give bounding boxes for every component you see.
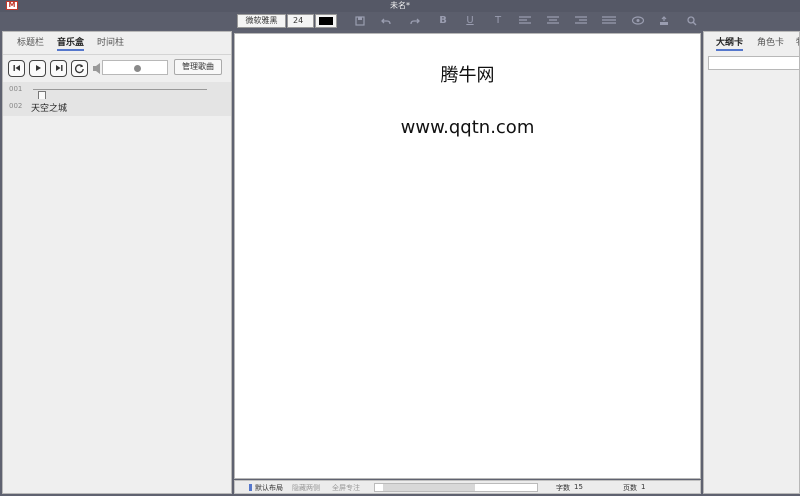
align-right-icon[interactable]: [573, 14, 589, 28]
repeat-icon: [74, 64, 84, 74]
document-content[interactable]: 腾牛网 www.qqtn.com: [235, 34, 700, 138]
justify-icon[interactable]: [601, 14, 617, 28]
manage-songs-button[interactable]: 管理歌曲: [174, 59, 222, 75]
repeat-button[interactable]: [71, 60, 88, 77]
left-panel: 标题栏 音乐盒 时间柱 管理歌曲 001 002 天空之城: [2, 31, 232, 494]
page-count-value: 1: [641, 483, 646, 491]
align-left-icon[interactable]: [517, 14, 533, 28]
song-number: 001: [9, 85, 23, 93]
toolbar: 微软雅黑 24 B U T: [0, 12, 800, 30]
default-layout-button[interactable]: 默认布局: [255, 483, 283, 493]
tab-timeline[interactable]: 时间柱: [97, 38, 124, 49]
skip-back-icon: [13, 65, 20, 71]
layout-indicator: [249, 484, 252, 491]
card-search-input[interactable]: [708, 56, 799, 70]
song-progress-track[interactable]: [33, 89, 207, 101]
left-tab-bar: 标题栏 音乐盒 时间柱: [3, 32, 231, 54]
window-title: 未名*: [390, 1, 410, 10]
song-number: 002: [9, 102, 23, 110]
font-size-input[interactable]: 24: [287, 14, 314, 28]
status-bar: 默认布局 隐藏两侧 全屏专注 字数 15 页数 1: [234, 480, 701, 494]
tab-character-cards[interactable]: 角色卡: [757, 38, 784, 49]
tab-title-bar[interactable]: 标题栏: [17, 38, 44, 49]
divider: [3, 54, 231, 55]
play-icon: [35, 65, 41, 71]
word-count-label: 字数: [556, 484, 570, 492]
font-color-swatch: [319, 17, 333, 25]
tab-outline-cards[interactable]: 大纲卡: [716, 38, 744, 51]
save-icon[interactable]: [352, 14, 368, 28]
volume-slider[interactable]: [102, 60, 168, 75]
tab-item-cards[interactable]: 物: [796, 38, 799, 49]
preview-icon[interactable]: [630, 14, 646, 28]
redo-icon[interactable]: [407, 14, 423, 28]
volume-icon[interactable]: [93, 63, 101, 74]
page-count-label: 页数: [623, 484, 637, 492]
undo-icon[interactable]: [378, 14, 394, 28]
writing-progress-bar: [374, 483, 538, 492]
tab-music-box[interactable]: 音乐盒: [57, 38, 85, 51]
skip-forward-icon: [55, 65, 62, 71]
word-count-value: 15: [574, 483, 583, 491]
strikethrough-icon[interactable]: T: [490, 14, 506, 28]
title-bar: M 未名*: [0, 0, 800, 12]
bold-icon[interactable]: B: [435, 14, 451, 28]
document-editor[interactable]: 腾牛网 www.qqtn.com: [234, 33, 701, 479]
fullscreen-focus-button[interactable]: 全屏专注: [332, 483, 360, 493]
align-center-icon[interactable]: [545, 14, 561, 28]
writing-progress-fill: [383, 484, 475, 491]
upload-icon[interactable]: [656, 14, 672, 28]
font-family-select[interactable]: 微软雅黑: [237, 14, 286, 28]
song-row[interactable]: 002 天空之城: [3, 99, 231, 116]
underline-icon[interactable]: U: [462, 14, 478, 28]
next-track-button[interactable]: [50, 60, 67, 77]
hide-sides-button[interactable]: 隐藏两侧: [292, 483, 320, 493]
right-panel: 大纲卡 角色卡 物: [703, 31, 800, 494]
previous-track-button[interactable]: [8, 60, 25, 77]
song-title: 天空之城: [31, 104, 68, 114]
document-line: www.qqtn.com: [400, 117, 535, 138]
search-icon[interactable]: [684, 14, 700, 28]
song-row[interactable]: 001: [3, 82, 231, 101]
volume-slider-knob[interactable]: [134, 65, 141, 72]
document-line: 腾牛网: [440, 65, 495, 86]
font-color-picker[interactable]: [315, 14, 337, 28]
play-button[interactable]: [29, 60, 46, 77]
song-list: 001 002 天空之城: [3, 82, 231, 116]
